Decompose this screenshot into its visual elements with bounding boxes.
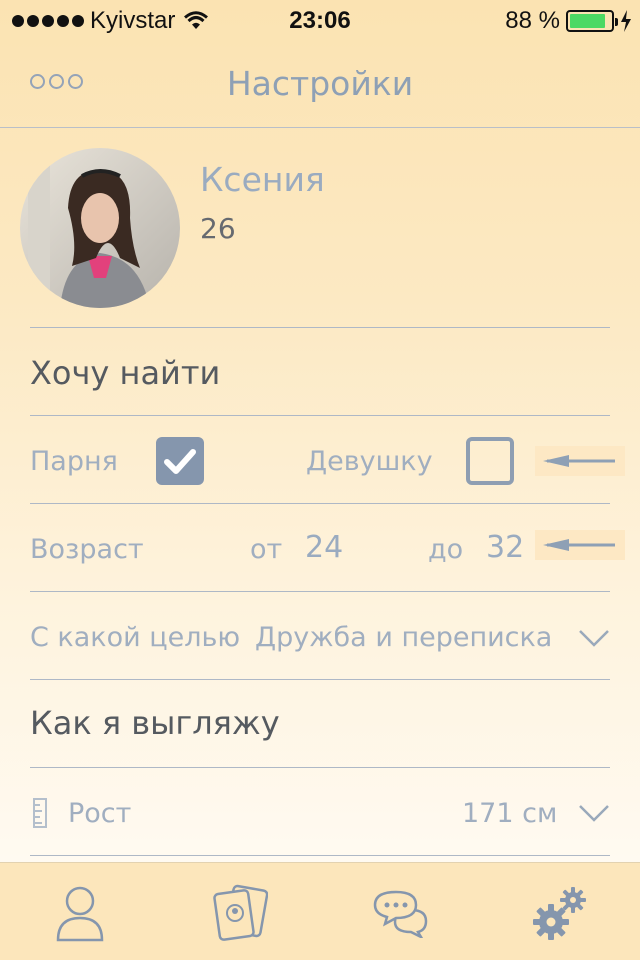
age-from-value[interactable]: 24 <box>305 530 343 565</box>
male-label: Парня <box>30 446 118 477</box>
profile-age: 26 <box>200 212 236 245</box>
height-label: Рост <box>68 798 132 829</box>
divider <box>30 679 610 680</box>
female-checkbox[interactable] <box>466 437 514 485</box>
chat-icon <box>373 890 428 938</box>
battery-icon <box>566 10 618 32</box>
seeking-title: Хочу найти <box>30 354 221 392</box>
male-checkbox[interactable] <box>156 437 204 485</box>
settings-gears-icon <box>533 887 586 940</box>
appearance-title: Как я выгляжу <box>30 704 280 742</box>
tab-chat[interactable] <box>370 881 430 945</box>
status-right: 88 % <box>505 7 632 35</box>
avatar-photo <box>20 148 180 308</box>
age-to-value[interactable]: 32 <box>486 530 524 565</box>
nav-bar: Настройки <box>0 40 640 128</box>
purpose-label: С какой целью <box>30 622 241 653</box>
tab-profile[interactable] <box>50 881 110 945</box>
ruler-icon <box>33 798 47 828</box>
divider <box>30 767 610 768</box>
checkmark-icon <box>164 449 196 474</box>
divider <box>30 327 610 328</box>
charging-bolt-icon <box>621 10 631 32</box>
divider <box>30 591 610 592</box>
page-title: Настройки <box>226 64 414 103</box>
avatar[interactable] <box>20 148 180 308</box>
left-arrow-icon <box>543 455 615 467</box>
female-label: Девушку <box>306 446 433 477</box>
left-arrow-icon <box>543 539 615 551</box>
profile-icon <box>56 886 104 942</box>
chevron-down-icon[interactable] <box>578 628 610 648</box>
purpose-value[interactable]: Дружба и переписка <box>255 622 552 653</box>
profile-name: Ксения <box>200 160 325 199</box>
divider <box>30 415 610 416</box>
divider <box>30 855 610 856</box>
age-to-label: до <box>428 534 464 565</box>
tab-cards[interactable] <box>210 881 270 945</box>
tab-settings[interactable] <box>530 881 590 945</box>
age-label: Возраст <box>30 534 144 565</box>
status-bar: Kyivstar 23:06 88 % <box>0 0 640 40</box>
arrow-marker <box>535 530 625 560</box>
age-from-label: от <box>250 534 283 565</box>
battery-fill <box>570 14 606 28</box>
height-value[interactable]: 171 см <box>462 798 557 829</box>
arrow-marker <box>535 446 625 476</box>
chevron-down-icon[interactable] <box>578 803 610 823</box>
divider <box>30 503 610 504</box>
tab-bar <box>0 862 640 960</box>
cards-icon <box>213 884 268 941</box>
battery-percent: 88 % <box>505 7 560 34</box>
